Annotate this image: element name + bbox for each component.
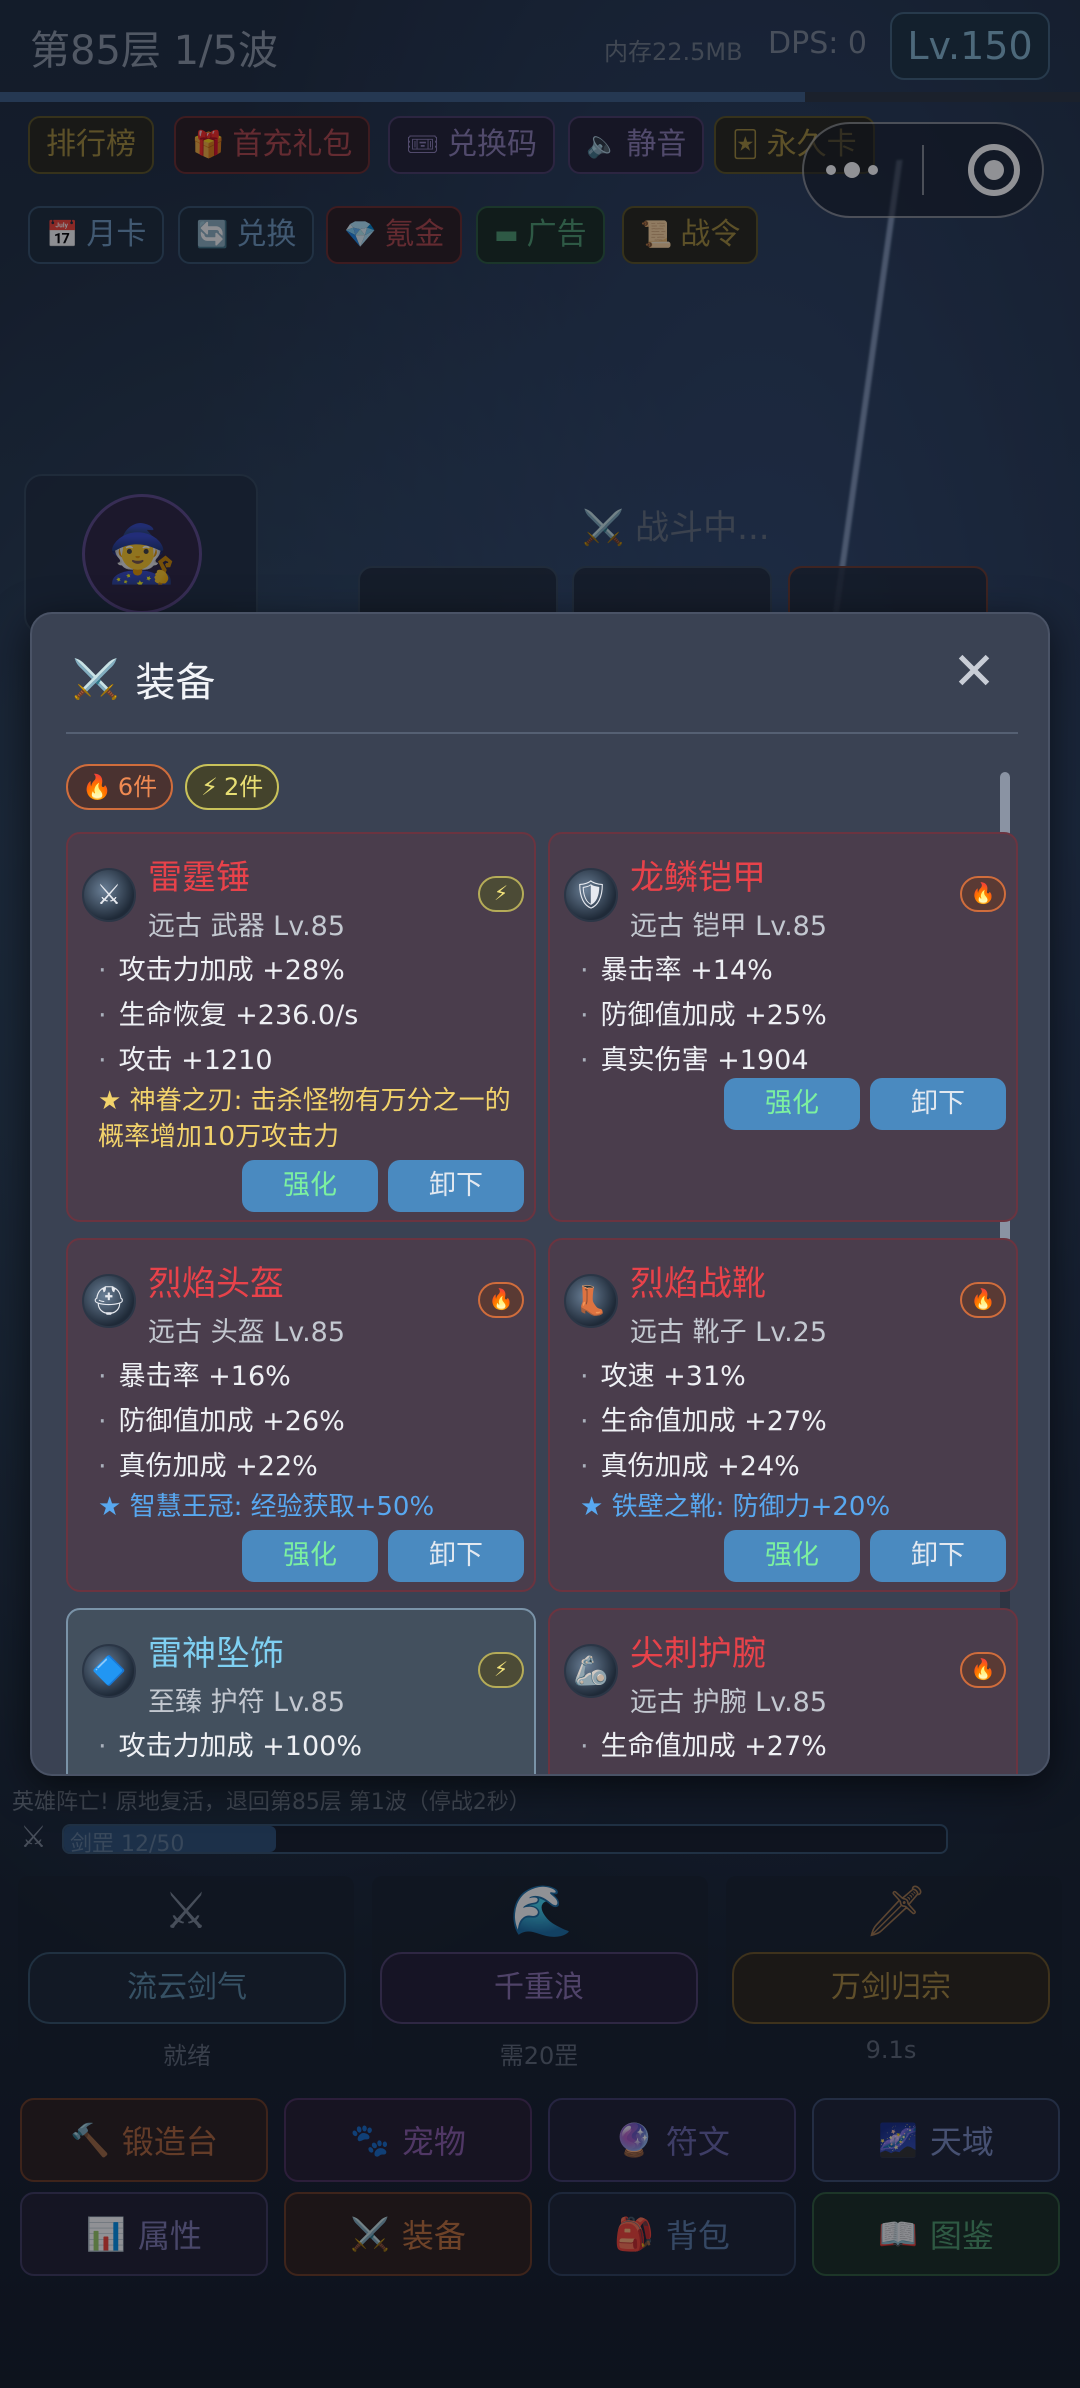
item-stat: 防御值加成 +26%: [84, 1399, 524, 1444]
item-subtitle: 远古 武器 Lv.85: [148, 911, 346, 942]
thunder-set-count: 2件: [224, 773, 264, 801]
unequip-button[interactable]: 卸下: [388, 1530, 524, 1582]
fire-set-icon: 🔥: [960, 1282, 1006, 1318]
item-stats: 生命值加成 +27%: [566, 1724, 1006, 1769]
item-stat: 生命值加成 +27%: [566, 1399, 1006, 1444]
item-name: 尖刺护腕: [630, 1634, 766, 1674]
fire-set-tag: 🔥 6件: [66, 764, 174, 810]
boots-item-icon: 👢: [564, 1274, 618, 1328]
item-stats: 攻速 +31% 生命值加成 +27% 真伤加成 +24% ★ 铁壁之靴: 防御力…: [566, 1354, 1006, 1525]
item-subtitle: 远古 铠甲 Lv.85: [630, 911, 828, 942]
lightning-set-icon: ⚡: [478, 1652, 524, 1688]
enhance-button[interactable]: 强化: [242, 1530, 378, 1582]
item-name: 雷霆锤: [148, 858, 250, 898]
equipment-card-armor[interactable]: 🛡 龙鳞铠甲 远古 铠甲 Lv.85 🔥 暴击率 +14% 防御值加成 +25%…: [548, 832, 1018, 1222]
item-special-effect: ★ 智慧王冠: 经验获取+50%: [98, 1492, 435, 1522]
hammer-item-icon: ⚔: [82, 868, 136, 922]
item-name: 龙鳞铠甲: [630, 858, 766, 898]
fire-set-icon: 🔥: [478, 1282, 524, 1318]
item-stats: 暴击率 +14% 防御值加成 +25% 真实伤害 +1904: [566, 948, 1006, 1083]
item-subtitle: 至臻 护符 Lv.85: [148, 1687, 346, 1718]
enhance-button[interactable]: 强化: [724, 1530, 860, 1582]
item-stat: 暴击率 +16%: [84, 1354, 524, 1399]
item-stat: 攻击力加成 +28%: [84, 948, 524, 993]
bracer-item-icon: 🦾: [564, 1644, 618, 1698]
close-icon[interactable]: ✕: [946, 644, 1002, 700]
equipment-modal: ⚔️ 装备 ✕ 🔥 6件 ⚡ 2件 ⚔ 雷霆锤 远古 武器 Lv.85 ⚡ 攻击…: [30, 612, 1050, 1776]
thunder-set-tag: ⚡ 2件: [185, 764, 280, 810]
item-subtitle: 远古 护腕 Lv.85: [630, 1687, 828, 1718]
item-actions: 强化 卸下: [724, 1078, 1006, 1130]
fire-set-icon: 🔥: [960, 876, 1006, 912]
item-subtitle: 远古 靴子 Lv.25: [630, 1317, 828, 1348]
equipment-card-helmet[interactable]: ⛑ 烈焰头盔 远古 头盔 Lv.85 🔥 暴击率 +16% 防御值加成 +26%…: [66, 1238, 536, 1592]
item-stat: 攻击力加成 +100%: [84, 1724, 524, 1769]
item-special-effect: ★ 铁壁之靴: 防御力+20%: [580, 1492, 891, 1522]
item-special-effect: ★ 神眷之刃: 击杀怪物有万分之一的概率增加10万攻击力: [98, 1086, 511, 1152]
helmet-item-icon: ⛑: [82, 1274, 136, 1328]
equipment-card-amulet[interactable]: 🔷 雷神坠饰 至臻 护符 Lv.85 ⚡ 攻击力加成 +100%: [66, 1608, 536, 1774]
item-actions: 强化 卸下: [724, 1530, 1006, 1582]
fire-set-icon: 🔥: [960, 1652, 1006, 1688]
item-stats: 暴击率 +16% 防御值加成 +26% 真伤加成 +22% ★ 智慧王冠: 经验…: [84, 1354, 524, 1525]
item-stat: 暴击率 +14%: [566, 948, 1006, 993]
modal-divider: [66, 732, 1018, 734]
item-stats: 攻击力加成 +28% 生命恢复 +236.0/s 攻击 +1210 ★ 神眷之刃…: [84, 948, 524, 1155]
fire-set-count: 6件: [117, 773, 158, 801]
crossed-swords-icon: ⚔️: [72, 656, 120, 701]
modal-title-text: 装备: [135, 660, 216, 706]
item-stat: 攻速 +31%: [566, 1354, 1006, 1399]
unequip-button[interactable]: 卸下: [388, 1160, 524, 1212]
item-stats: 攻击力加成 +100%: [84, 1724, 524, 1769]
equipment-card-bracer[interactable]: 🦾 尖刺护腕 远古 护腕 Lv.85 🔥 生命值加成 +27%: [548, 1608, 1018, 1774]
lightning-set-icon: ⚡: [478, 876, 524, 912]
equipment-card-boots[interactable]: 👢 烈焰战靴 远古 靴子 Lv.25 🔥 攻速 +31% 生命值加成 +27% …: [548, 1238, 1018, 1592]
item-name: 烈焰头盔: [148, 1264, 284, 1304]
item-name: 烈焰战靴: [630, 1264, 766, 1304]
modal-header: ⚔️ 装备 ✕: [32, 614, 1048, 732]
item-stat: 真伤加成 +24%: [566, 1444, 1006, 1489]
item-actions: 强化 卸下: [242, 1530, 524, 1582]
equipment-card-weapon[interactable]: ⚔ 雷霆锤 远古 武器 Lv.85 ⚡ 攻击力加成 +28% 生命恢复 +236…: [66, 832, 536, 1222]
unequip-button[interactable]: 卸下: [870, 1078, 1006, 1130]
modal-title: ⚔️ 装备: [72, 650, 215, 708]
item-stat: 生命值加成 +27%: [566, 1724, 1006, 1769]
item-subtitle: 远古 头盔 Lv.85: [148, 1317, 346, 1348]
fire-icon: 🔥: [82, 773, 112, 801]
enhance-button[interactable]: 强化: [724, 1078, 860, 1130]
item-stat: 真实伤害 +1904: [566, 1038, 1006, 1083]
item-stat: 真伤加成 +22%: [84, 1444, 524, 1489]
lightning-icon: ⚡: [201, 773, 219, 801]
item-stat: 防御值加成 +25%: [566, 993, 1006, 1038]
unequip-button[interactable]: 卸下: [870, 1530, 1006, 1582]
shield-item-icon: 🛡: [564, 868, 618, 922]
amulet-item-icon: 🔷: [82, 1644, 136, 1698]
item-stat: 生命恢复 +236.0/s: [84, 993, 524, 1038]
set-bonus-tags: 🔥 6件 ⚡ 2件: [66, 764, 280, 810]
enhance-button[interactable]: 强化: [242, 1160, 378, 1212]
item-actions: 强化 卸下: [242, 1160, 524, 1212]
item-name: 雷神坠饰: [148, 1634, 284, 1674]
item-stat: 攻击 +1210: [84, 1038, 524, 1083]
